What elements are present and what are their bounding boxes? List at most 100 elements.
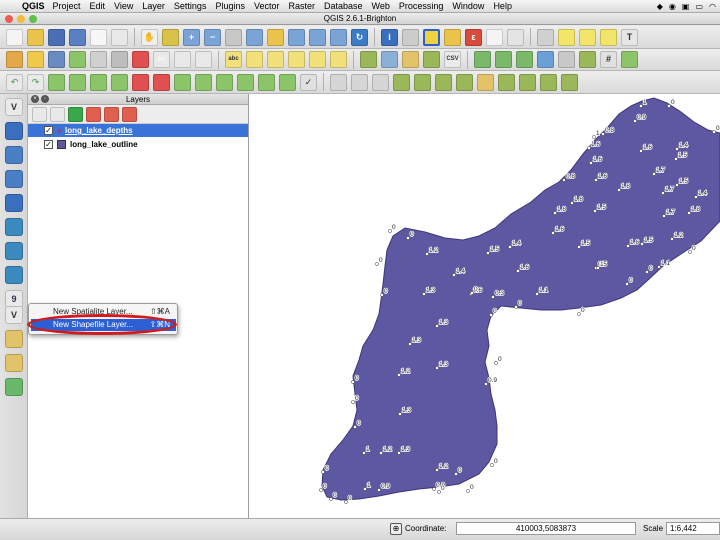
fill-ring-icon[interactable] bbox=[111, 73, 128, 91]
add-db2-icon[interactable] bbox=[579, 51, 596, 68]
attribute-table-icon[interactable] bbox=[486, 28, 503, 46]
add-postgis-icon[interactable] bbox=[402, 51, 419, 68]
wifi-icon[interactable]: ◠ bbox=[709, 2, 716, 11]
float-panel-icon[interactable]: ◦ bbox=[41, 95, 49, 103]
new-print-composer-icon[interactable] bbox=[90, 28, 107, 46]
plugin-tool-icon[interactable] bbox=[393, 73, 410, 91]
identify-features-icon[interactable]: i bbox=[381, 28, 398, 46]
refresh-icon[interactable]: ↻ bbox=[351, 28, 368, 46]
composer-manager-icon[interactable] bbox=[111, 28, 128, 46]
add-mssql-layer-icon[interactable] bbox=[5, 194, 23, 212]
open-project-icon[interactable] bbox=[27, 28, 44, 46]
simplify-feature-icon[interactable] bbox=[48, 73, 65, 91]
add-oracle-icon[interactable] bbox=[537, 51, 554, 68]
reshape-features-icon[interactable] bbox=[174, 73, 191, 91]
save-layer-edits-icon[interactable] bbox=[48, 51, 65, 68]
minimize-window-icon[interactable] bbox=[17, 15, 25, 23]
add-mssql-icon[interactable] bbox=[558, 51, 575, 68]
remove-layer-icon[interactable] bbox=[122, 106, 137, 122]
expand-all-icon[interactable] bbox=[86, 106, 101, 122]
zoom-to-selection-icon[interactable] bbox=[267, 28, 284, 46]
zoom-1-1-icon[interactable] bbox=[225, 28, 242, 46]
menu-layer[interactable]: Layer bbox=[142, 1, 165, 11]
merge-attributes-icon[interactable] bbox=[279, 73, 296, 91]
plugin-tool-icon[interactable] bbox=[456, 73, 473, 91]
plugin-tool-icon[interactable] bbox=[540, 73, 557, 91]
field-calculator-icon[interactable] bbox=[507, 28, 524, 46]
plugin-tool-icon[interactable] bbox=[498, 73, 515, 91]
coordinate-toggle-icon[interactable]: ⊕ bbox=[390, 523, 402, 535]
plugin-tool-icon[interactable] bbox=[519, 73, 536, 91]
add-spatialite-layer-icon[interactable] bbox=[5, 170, 23, 188]
zoom-full-icon[interactable] bbox=[246, 28, 263, 46]
new-temporary-layer-icon[interactable] bbox=[5, 354, 23, 372]
label-toolbar-icon[interactable]: abc bbox=[225, 51, 242, 68]
cut-features-icon[interactable]: ✂ bbox=[153, 51, 170, 68]
add-ring-icon[interactable] bbox=[69, 73, 86, 91]
zoom-in-icon[interactable]: + bbox=[183, 28, 200, 46]
menu-plugins[interactable]: Plugins bbox=[215, 1, 245, 11]
layer-item-long-lake-depths[interactable]: ✓ long_lake_depths bbox=[28, 124, 248, 137]
battery-icon[interactable]: ▭ bbox=[695, 2, 703, 11]
menu-help[interactable]: Help bbox=[493, 1, 512, 11]
new-bookmark-icon[interactable] bbox=[579, 28, 596, 46]
add-virtual-layer-icon[interactable] bbox=[5, 378, 23, 396]
add-wfs-layer-icon[interactable] bbox=[5, 266, 23, 284]
run-action-icon[interactable] bbox=[402, 28, 419, 46]
add-group-icon[interactable] bbox=[50, 106, 65, 122]
add-wcs-icon[interactable] bbox=[495, 51, 512, 68]
menu-web[interactable]: Web bbox=[372, 1, 390, 11]
map-tips-icon[interactable] bbox=[558, 28, 575, 46]
menu-database[interactable]: Database bbox=[324, 1, 363, 11]
collapse-all-icon[interactable] bbox=[104, 106, 119, 122]
map-canvas[interactable]: 1 1 0.8 0.9 1.6 1.6 1.6 1.4 1.5 1.7 1.5 1.4 0.8 1.6 1.… bbox=[249, 94, 720, 518]
plugin-tool-icon[interactable] bbox=[414, 73, 431, 91]
toggle-editing-icon[interactable] bbox=[27, 51, 44, 68]
label-rotate-icon[interactable] bbox=[309, 51, 326, 68]
add-wfs-icon[interactable] bbox=[516, 51, 533, 68]
app-menu[interactable]: QGIS bbox=[22, 1, 45, 11]
split-features-icon[interactable] bbox=[216, 73, 233, 91]
select-features-icon[interactable] bbox=[423, 28, 440, 46]
label-move-icon[interactable] bbox=[288, 51, 305, 68]
node-tool-icon[interactable] bbox=[111, 51, 128, 68]
plugin-tool-icon[interactable] bbox=[372, 73, 389, 91]
map-svg[interactable]: 1 1 0.8 0.9 1.6 1.6 1.6 1.4 1.5 1.7 1.5 1.4 0.8 1.6 1.… bbox=[249, 94, 720, 518]
layer-visibility-checkbox[interactable]: ✓ bbox=[44, 126, 53, 135]
offset-curve-icon[interactable] bbox=[195, 73, 212, 91]
plugin-tool-icon[interactable] bbox=[477, 73, 494, 91]
select-by-expression-icon[interactable]: ε bbox=[465, 28, 482, 46]
pan-to-selection-icon[interactable] bbox=[162, 28, 179, 46]
coordinate-field[interactable]: 410003,5083873 bbox=[456, 522, 636, 535]
paste-features-icon[interactable] bbox=[195, 51, 212, 68]
zoom-window-icon[interactable] bbox=[29, 15, 37, 23]
add-vector-icon[interactable] bbox=[360, 51, 377, 68]
add-delimited-text-icon[interactable]: CSV bbox=[444, 51, 461, 68]
show-bookmarks-icon[interactable] bbox=[600, 28, 617, 46]
layer-styling-icon[interactable] bbox=[32, 106, 47, 122]
dropbox-icon[interactable]: ◆ bbox=[657, 2, 663, 11]
plugin-tool-icon[interactable] bbox=[435, 73, 452, 91]
monitor-icon[interactable]: ▣ bbox=[682, 2, 690, 11]
menu-window[interactable]: Window bbox=[452, 1, 484, 11]
add-part-icon[interactable] bbox=[90, 73, 107, 91]
plugin-tool-icon[interactable] bbox=[351, 73, 368, 91]
delete-ring-icon[interactable] bbox=[132, 73, 149, 91]
zoom-last-icon[interactable] bbox=[309, 28, 326, 46]
plugin-tool-icon[interactable] bbox=[330, 73, 347, 91]
save-as-icon[interactable] bbox=[69, 28, 86, 46]
add-wms-layer-icon[interactable] bbox=[5, 218, 23, 236]
zoom-next-icon[interactable] bbox=[330, 28, 347, 46]
grid-tool-icon[interactable]: # bbox=[600, 51, 617, 68]
save-project-icon[interactable] bbox=[48, 28, 65, 46]
zoom-to-layer-icon[interactable] bbox=[288, 28, 305, 46]
filter-legend-icon[interactable] bbox=[68, 106, 83, 122]
split-parts-icon[interactable] bbox=[237, 73, 254, 91]
scale-field[interactable]: 1:6,442 bbox=[666, 522, 720, 535]
menu-view[interactable]: View bbox=[114, 1, 133, 11]
text-annotation-icon[interactable]: T bbox=[621, 28, 638, 46]
pan-map-icon[interactable]: ✋ bbox=[141, 28, 158, 46]
close-panel-icon[interactable]: × bbox=[31, 95, 39, 103]
delete-part-icon[interactable] bbox=[153, 73, 170, 91]
rotate-symbols-icon[interactable]: ✓ bbox=[300, 73, 317, 91]
